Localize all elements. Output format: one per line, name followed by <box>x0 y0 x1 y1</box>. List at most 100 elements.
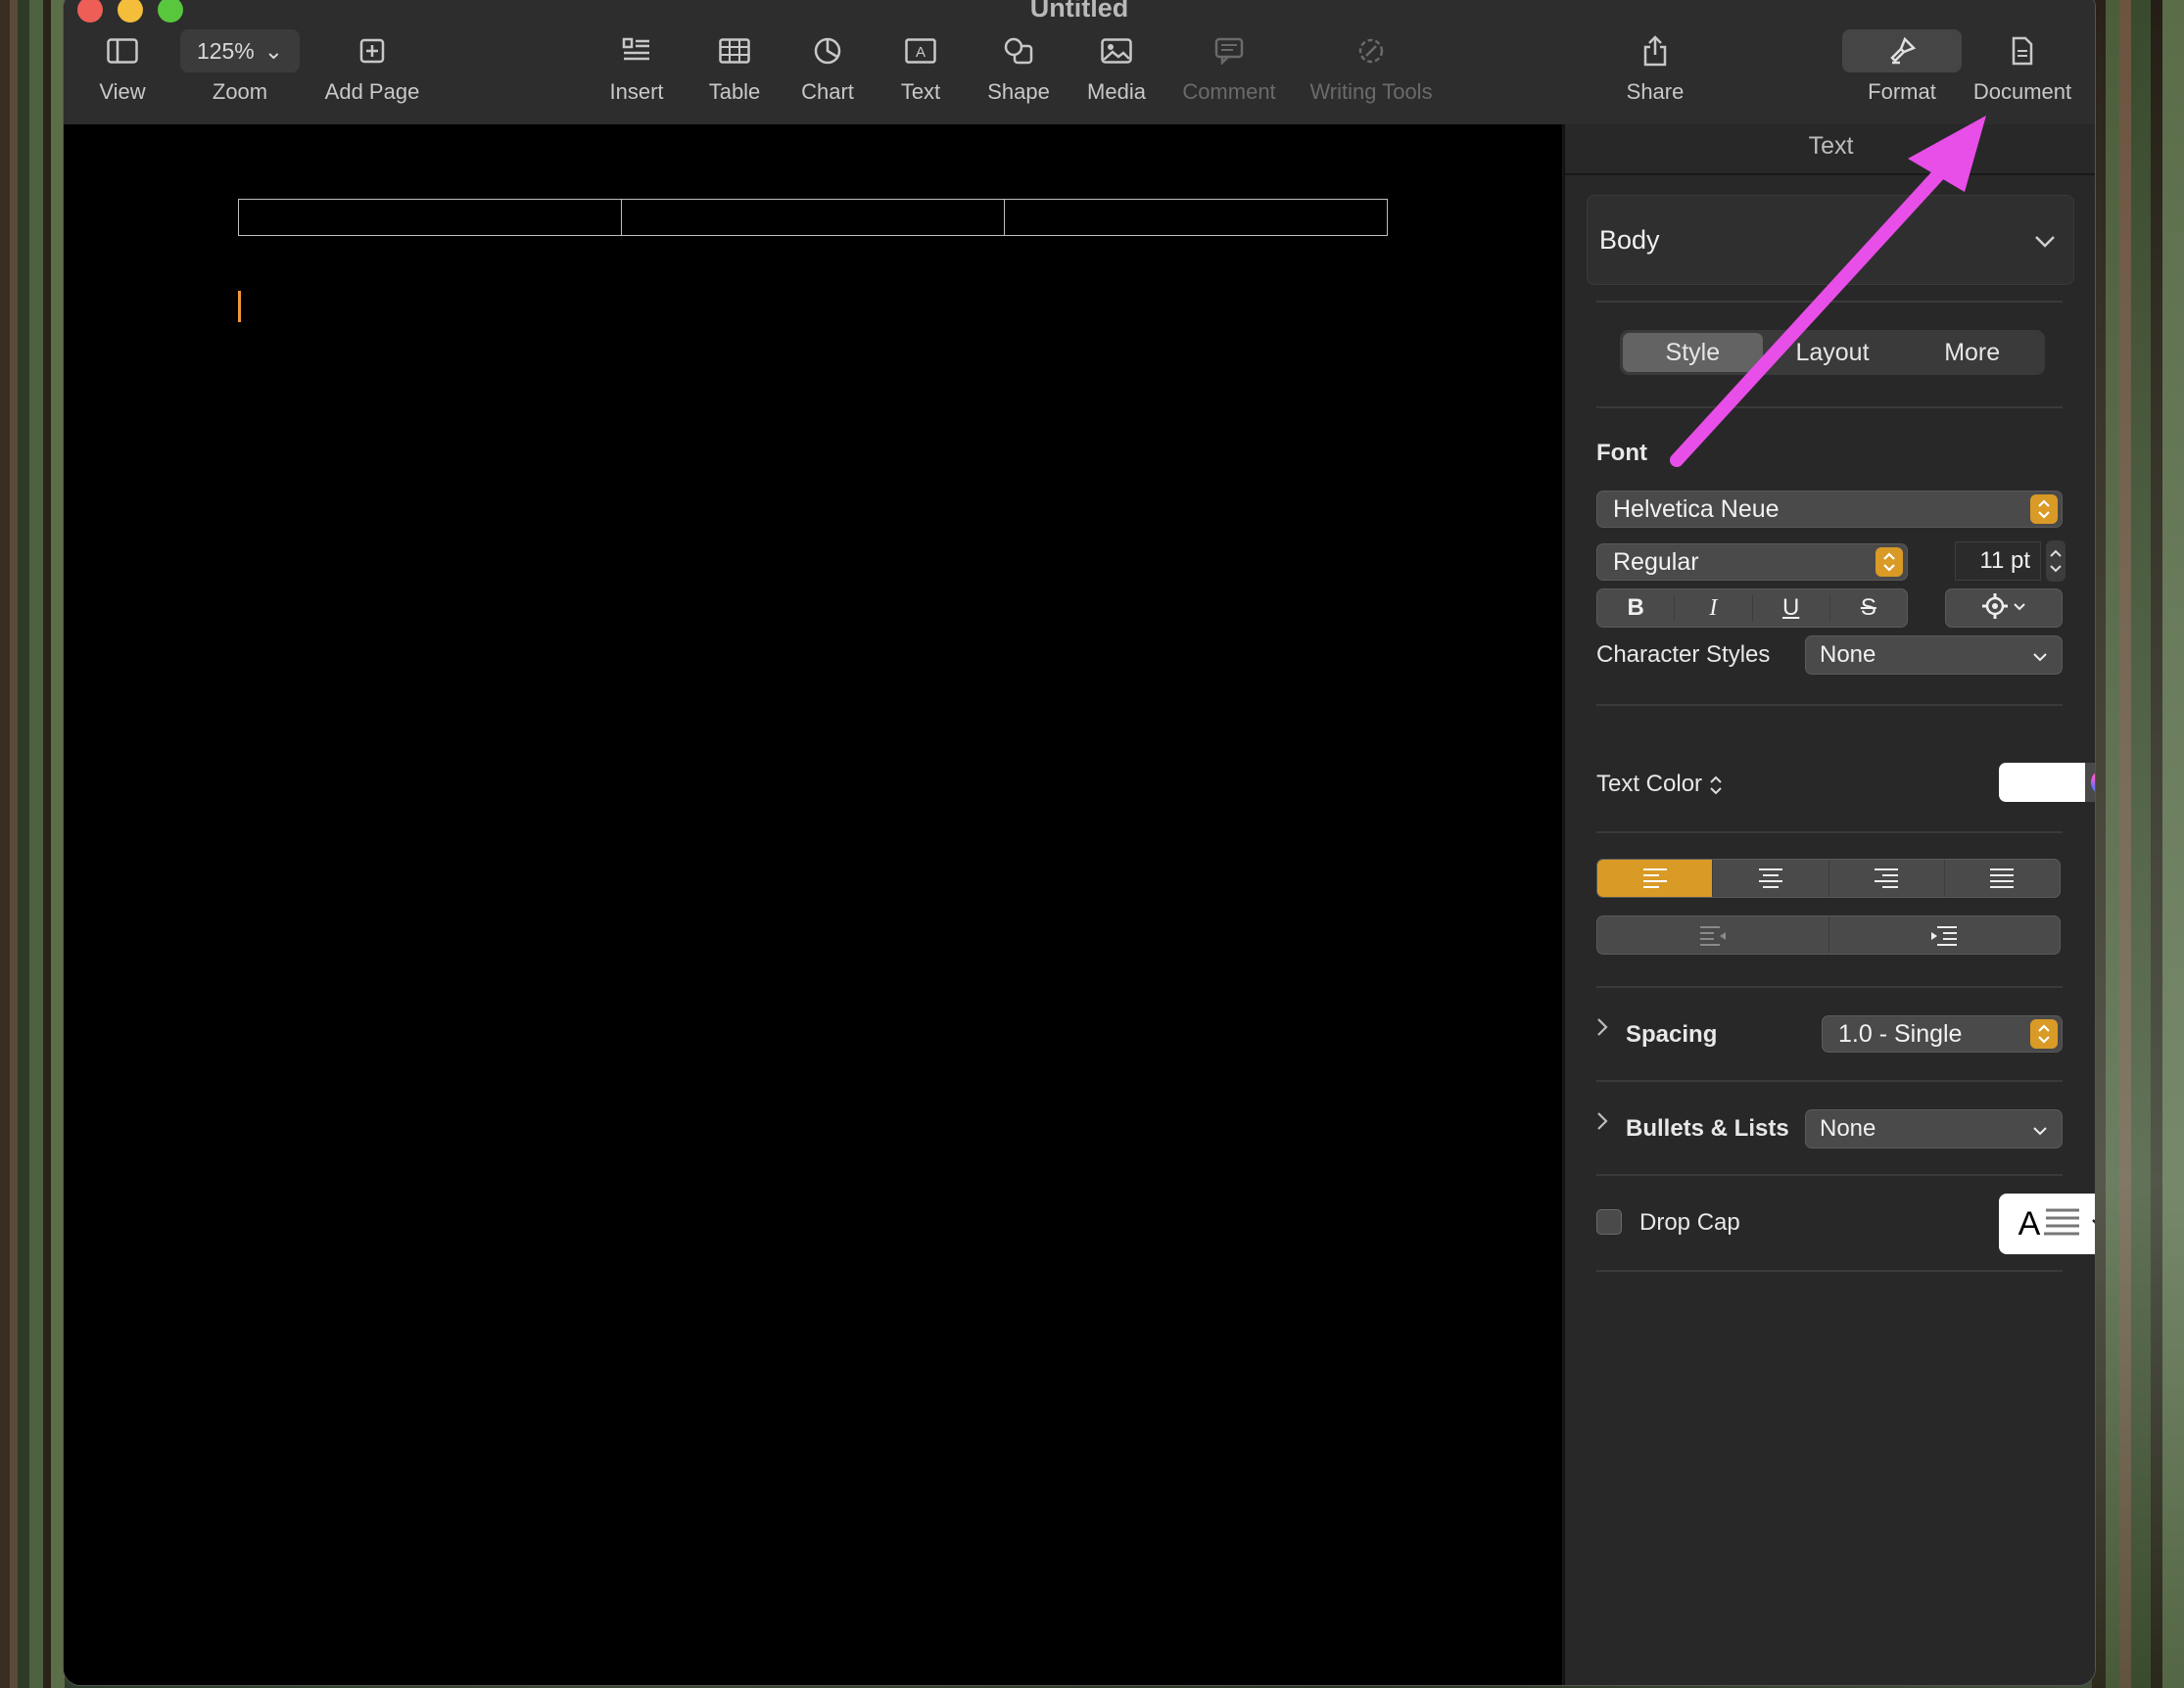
writing-tools-button[interactable]: Writing Tools <box>1293 32 1449 105</box>
advanced-options-button[interactable] <box>1945 588 2063 628</box>
zoom-select[interactable]: 125% ⌄ <box>180 29 300 72</box>
document-canvas[interactable] <box>64 124 1562 1685</box>
bold-button[interactable]: B <box>1597 594 1676 622</box>
pages-window: Untitled View 125% ⌄ Zoom Add Page Insert <box>63 0 2096 1686</box>
drop-cap-style-select[interactable]: A <box>1999 1194 2095 1254</box>
font-weight-select[interactable]: Regular <box>1596 543 1908 581</box>
justify-icon <box>1990 868 2015 888</box>
share-label: Share <box>1626 79 1685 104</box>
table-cell[interactable] <box>1005 200 1387 235</box>
divider <box>1596 1270 2063 1272</box>
spacing-select[interactable]: 1.0 - Single <box>1822 1015 2063 1053</box>
document-icon <box>1964 32 2081 70</box>
media-button[interactable]: Media <box>1068 32 1165 105</box>
writing-tools-icon <box>1293 32 1449 70</box>
chevron-down-icon <box>2034 225 2056 256</box>
font-size-field[interactable]: 11 pt <box>1955 541 2041 581</box>
justify-button[interactable] <box>1945 860 2060 897</box>
paragraph-style-select[interactable]: Body <box>1587 195 2074 285</box>
zoom-control[interactable]: 125% ⌄ Zoom <box>176 29 304 105</box>
photo-icon <box>1068 32 1165 70</box>
divider <box>1565 173 2095 175</box>
drop-cap-checkbox[interactable] <box>1596 1209 1622 1235</box>
shape-label: Shape <box>987 79 1050 104</box>
document-button[interactable]: Document <box>1964 32 2081 105</box>
share-button[interactable]: Share <box>1611 32 1699 105</box>
pie-chart-icon <box>783 32 872 70</box>
add-page-icon <box>309 32 436 70</box>
insert-label: Insert <box>609 79 664 104</box>
media-label: Media <box>1087 79 1146 104</box>
format-label: Format <box>1868 79 1936 104</box>
share-icon <box>1611 32 1699 70</box>
character-styles-value: None <box>1820 641 1876 668</box>
updown-chevron-icon <box>1709 771 1723 797</box>
table-icon <box>690 32 779 70</box>
increase-indent-button[interactable] <box>1829 916 2061 954</box>
tab-style[interactable]: Style <box>1623 333 1763 372</box>
add-page-label: Add Page <box>324 79 420 104</box>
chart-label: Chart <box>801 79 854 104</box>
text-color-label[interactable]: Text Color <box>1596 771 1723 798</box>
disclosure-chevron-icon[interactable] <box>1596 1017 1608 1043</box>
insert-icon <box>593 32 681 70</box>
divider <box>1596 406 2063 408</box>
divider <box>1596 704 2063 706</box>
text-color-swatch[interactable] <box>1999 763 2085 802</box>
drop-cap-label: Drop Cap <box>1639 1209 1740 1236</box>
tab-layout[interactable]: Layout <box>1763 333 1903 372</box>
disclosure-chevron-icon[interactable] <box>1596 1111 1608 1137</box>
document-label: Document <box>1972 79 2072 104</box>
chevron-down-icon <box>2032 641 2048 669</box>
character-styles-label: Character Styles <box>1596 641 1771 668</box>
desktop-wallpaper-left <box>0 0 65 1688</box>
format-button[interactable]: Format <box>1838 29 1966 105</box>
view-button[interactable]: View <box>73 32 171 105</box>
bullets-lists-select[interactable]: None <box>1805 1109 2063 1149</box>
strikethrough-button[interactable]: S <box>1830 594 1907 622</box>
text-color-well[interactable] <box>1999 763 2095 802</box>
spacing-label[interactable]: Spacing <box>1626 1021 1717 1049</box>
font-family-select[interactable]: Helvetica Neue <box>1596 491 2063 528</box>
document-table[interactable] <box>238 199 1388 236</box>
insert-button[interactable]: Insert <box>593 32 681 105</box>
window-title: Untitled <box>1029 0 1129 23</box>
shape-button[interactable]: Shape <box>970 32 1068 105</box>
divider <box>1596 986 2063 988</box>
text-button[interactable]: A Text <box>877 32 965 105</box>
divider <box>1596 831 2063 833</box>
underline-button[interactable]: U <box>1753 594 1830 622</box>
tab-more[interactable]: More <box>1902 333 2042 372</box>
table-cell[interactable] <box>239 200 622 235</box>
font-family-value: Helvetica Neue <box>1613 494 1780 523</box>
chart-button[interactable]: Chart <box>783 32 872 105</box>
character-styles-select[interactable]: None <box>1805 635 2063 675</box>
updown-chevron-icon <box>2030 1019 2058 1049</box>
alignment-buttons <box>1596 859 2061 898</box>
align-right-button[interactable] <box>1829 860 1945 897</box>
shape-icon <box>970 32 1068 70</box>
font-size-stepper[interactable] <box>2045 539 2066 583</box>
align-left-button[interactable] <box>1597 860 1714 897</box>
comment-icon <box>1170 32 1288 70</box>
svg-text:A: A <box>916 44 926 61</box>
table-cell[interactable] <box>622 200 1005 235</box>
text-box-icon: A <box>877 32 965 70</box>
drop-cap-letter: A <box>2018 1205 2041 1243</box>
italic-button[interactable]: I <box>1675 594 1753 622</box>
align-left-icon <box>1642 868 1667 888</box>
spacing-value: 1.0 - Single <box>1838 1019 1963 1048</box>
add-page-button[interactable]: Add Page <box>309 32 436 105</box>
zoom-value: 125% <box>196 37 255 64</box>
align-center-button[interactable] <box>1713 860 1829 897</box>
desktop-wallpaper-right <box>2092 0 2184 1688</box>
comment-button[interactable]: Comment <box>1170 32 1288 105</box>
decrease-indent-button[interactable] <box>1597 916 1829 954</box>
table-button[interactable]: Table <box>690 32 779 105</box>
color-wheel-icon[interactable] <box>2091 770 2095 795</box>
gear-icon <box>1981 592 2009 625</box>
comment-label: Comment <box>1182 79 1276 104</box>
bullets-lists-label[interactable]: Bullets & Lists <box>1626 1115 1789 1143</box>
updown-chevron-icon <box>1875 547 1903 577</box>
font-weight-value: Regular <box>1613 547 1699 576</box>
